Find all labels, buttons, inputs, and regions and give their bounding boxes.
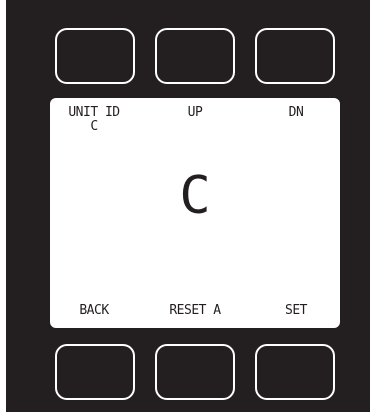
soft-key-back[interactable] (55, 344, 135, 400)
display-value: C (179, 166, 211, 226)
soft-key-reset-a[interactable] (155, 344, 235, 400)
lcd-screen: UNIT ID C UP DN C BACK RESET A SET (50, 98, 340, 328)
label-set: SET (285, 303, 307, 318)
soft-key-unit-id[interactable] (55, 28, 135, 84)
label-back: BACK (79, 303, 109, 318)
label-dn: DN (288, 105, 304, 120)
device-panel: UNIT ID C UP DN C BACK RESET A SET (6, 0, 370, 412)
soft-key-dn[interactable] (255, 28, 335, 84)
label-reset-a: RESET A (169, 303, 221, 318)
unit-id-value: C (90, 119, 98, 134)
label-up: UP (187, 105, 203, 120)
soft-key-set[interactable] (255, 344, 335, 400)
label-unit-id: UNIT ID (68, 105, 120, 120)
soft-key-up[interactable] (155, 28, 235, 84)
